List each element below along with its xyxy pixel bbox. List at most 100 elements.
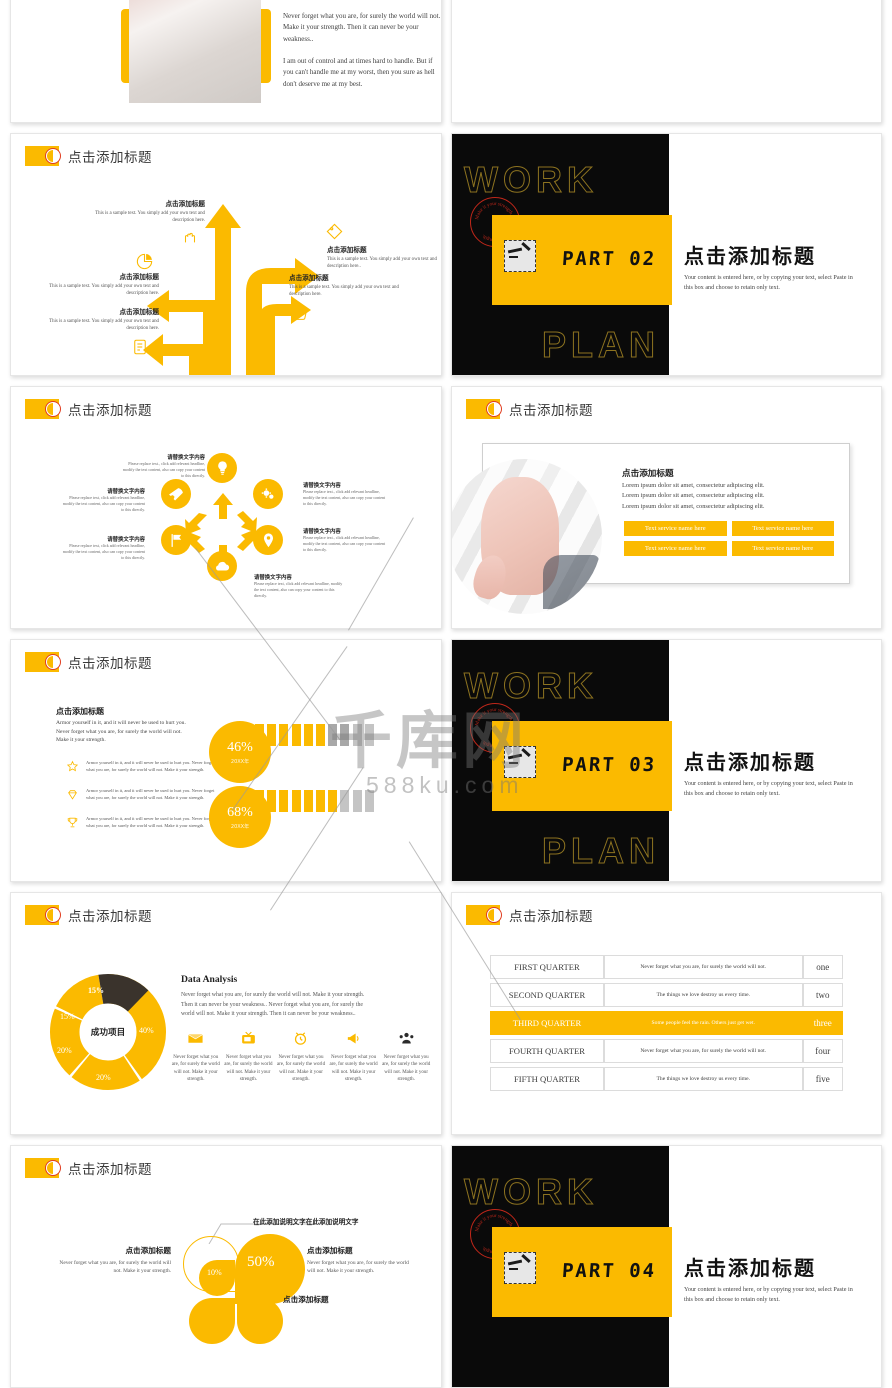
quarter-table[interactable]: FIRST QUARTER Never forget what you are,…: [490, 951, 843, 1095]
icon-item-3: Never forget what you are, for surely th…: [329, 1030, 379, 1083]
slide-header: 点击添加标题: [25, 398, 152, 420]
node-gears[interactable]: [253, 479, 283, 509]
diamond-icon: [66, 788, 79, 806]
slide-grid: Never forget what you are, for surely th…: [0, 0, 892, 1388]
slide-8-donut-chart[interactable]: 点击添加标题 成功项目 40% 20% 20% 15% 15% Data Ana…: [10, 892, 442, 1135]
slide-4-hub[interactable]: 点击添加标题 请替换文字内容 Please replace text., cli…: [10, 386, 442, 629]
icon-item-0: Never forget what you are, for surely th…: [171, 1030, 221, 1083]
person-icon: [267, 724, 277, 746]
node-pin[interactable]: [253, 525, 283, 555]
part-right-title: 点击添加标题: [684, 1256, 816, 1280]
bullet-body: Armor yourself in it, and it will never …: [86, 816, 215, 828]
slide-1-text-photo[interactable]: Never forget what you are, for surely th…: [10, 0, 442, 123]
person-icon: [291, 724, 301, 746]
donut-label-20a: 20%: [96, 1073, 111, 1082]
person-icon: [352, 724, 362, 746]
petal-right-heading: 点击添加标题: [307, 1246, 353, 1255]
node-rocket[interactable]: [161, 479, 191, 509]
donut-chart: 成功项目 40% 20% 20% 15% 15%: [49, 973, 167, 1091]
service-button-3[interactable]: Text service name here: [731, 541, 834, 556]
alarm-icon: [292, 1032, 309, 1051]
arrow-item-heading: 点击添加标题: [289, 274, 329, 282]
section-intro: Armor yourself in it, and it will never …: [56, 720, 186, 744]
icon-item-4: Never forget what you are, for surely th…: [381, 1030, 431, 1083]
hub-label-2: 请替换文字内容 Please replace text., click add …: [303, 527, 387, 552]
hub-label-1: 请替换文字内容 Please replace text., click add …: [303, 481, 387, 506]
node-bulb[interactable]: [207, 453, 237, 483]
cell-number: three: [802, 1011, 843, 1035]
icon-item-body: Never forget what you are, for surely th…: [382, 1055, 431, 1082]
card-line-1: Lorem ipsum dolor sit amet, consectetur …: [622, 492, 765, 500]
slide-1b-percent-list[interactable]: 40% 点击添加标题 Make it your strength. Then i…: [451, 0, 882, 123]
service-button-0[interactable]: Text service name here: [624, 521, 727, 536]
petal-label-10: 10%: [207, 1268, 222, 1277]
bullet-2: Armor yourself in it, and it will never …: [66, 816, 216, 834]
thumbsup-icon: [291, 304, 309, 327]
bullet-1: Armor yourself in it, and it will never …: [66, 788, 216, 806]
section-heading: 点击添加标题: [56, 707, 104, 716]
slide-header: 点击添加标题: [25, 145, 152, 167]
slide1-photo: [129, 0, 261, 103]
table-row[interactable]: FOURTH QUARTER Never forget what you are…: [490, 1039, 843, 1063]
arrow-item-heading: 点击添加标题: [119, 273, 159, 281]
part-right-title: 点击添加标题: [684, 750, 816, 774]
cell-quarter: SECOND QUARTER: [490, 983, 604, 1007]
part-right-body: Your content is entered here, or by copy…: [684, 274, 853, 291]
header-ring-icon: [45, 907, 61, 923]
table-row[interactable]: FIFTH QUARTER The things we love destroy…: [490, 1067, 843, 1091]
hub-heading: 请替换文字内容: [107, 537, 145, 543]
page-title: 点击添加标题: [68, 403, 152, 419]
slide-7-part-03[interactable]: WORK PLAN Make it your strength. Make it…: [451, 639, 882, 882]
petal-right-body: Never forget what you are, for surely th…: [307, 1260, 409, 1275]
arrow-item-heading: 点击添加标题: [165, 200, 205, 208]
pct-year: 20XX年: [230, 758, 250, 765]
service-button-1[interactable]: Text service name here: [731, 521, 834, 536]
slide-header: 点击添加标题: [466, 398, 593, 420]
slide-header: 点击添加标题: [466, 904, 593, 926]
slide-5-keyboard-card[interactable]: 点击添加标题 点击添加标题 Lorem ipsum dolor sit amet…: [451, 386, 882, 629]
slide-3-part-02[interactable]: WORK PLAN Make it your strength. Make it…: [451, 133, 882, 376]
page-title: 点击添加标题: [509, 909, 593, 925]
word-work: WORK: [464, 1171, 598, 1213]
slide-header: 点击添加标题: [25, 904, 152, 926]
arrow-item-heading: 点击添加标题: [327, 246, 367, 254]
pct-value: 68%: [227, 804, 253, 820]
card-heading: 点击添加标题: [622, 469, 674, 479]
pct-value: 46%: [227, 739, 253, 755]
slide-6-people-chart[interactable]: 点击添加标题 点击添加标题 Armor yourself in it, and …: [10, 639, 442, 882]
cell-description: The things we love destroy us every time…: [603, 1067, 803, 1091]
slide1-right-p2: I am out of control and at times hard to…: [283, 56, 435, 88]
node-cloud[interactable]: [207, 551, 237, 581]
tag-icon: [325, 222, 344, 246]
donut-label-20b: 20%: [57, 1046, 72, 1055]
page-title: 点击添加标题: [68, 1162, 152, 1178]
page-title: 点击添加标题: [68, 150, 152, 166]
word-plan: PLAN: [542, 830, 660, 872]
people-icon: [398, 1032, 415, 1051]
arrow-item-body: This is a sample text. You simply add yo…: [95, 211, 205, 224]
node-flag[interactable]: [161, 525, 191, 555]
table-row[interactable]: SECOND QUARTER The things we love destro…: [490, 983, 843, 1007]
hub-heading: 请替换文字内容: [303, 529, 341, 535]
part-label: PART 02: [561, 248, 657, 270]
part-label: PART 03: [561, 754, 657, 776]
slide-11-part-04[interactable]: WORK Make it your strength. Make it your…: [451, 1145, 882, 1388]
header-ring-icon: [45, 1160, 61, 1176]
star-icon: [66, 760, 79, 778]
slide-header: 点击添加标题: [25, 651, 152, 673]
bullet-body: Armor yourself in it, and it will never …: [86, 788, 215, 800]
slide-10-petal-chart[interactable]: 点击添加标题 在此添加说明文字在此添加说明文字 50% 10% 点击添加标题 N…: [10, 1145, 442, 1388]
table-row[interactable]: FIRST QUARTER Never forget what you are,…: [490, 955, 843, 979]
tv-icon: [240, 1031, 257, 1051]
slide-2-arrows[interactable]: 点击添加标题 点击添加标题 This is a sample text. You…: [10, 133, 442, 376]
person-icon: [364, 790, 374, 812]
page-title: 点击添加标题: [509, 403, 593, 419]
analysis-heading: Data Analysis: [181, 974, 238, 985]
hub-heading: 请替换文字内容: [303, 483, 341, 489]
service-button-2[interactable]: Text service name here: [624, 541, 727, 556]
petal-label-50: 50%: [247, 1254, 275, 1270]
hub-label-5: 请替换文字内容 Please replace text, click add r…: [61, 487, 145, 512]
icon-item-2: Never forget what you are, for surely th…: [276, 1030, 326, 1083]
megaphone-icon: [345, 1033, 362, 1051]
table-row-highlighted[interactable]: THIRD QUARTER Some people feel the rain.…: [490, 1011, 843, 1035]
